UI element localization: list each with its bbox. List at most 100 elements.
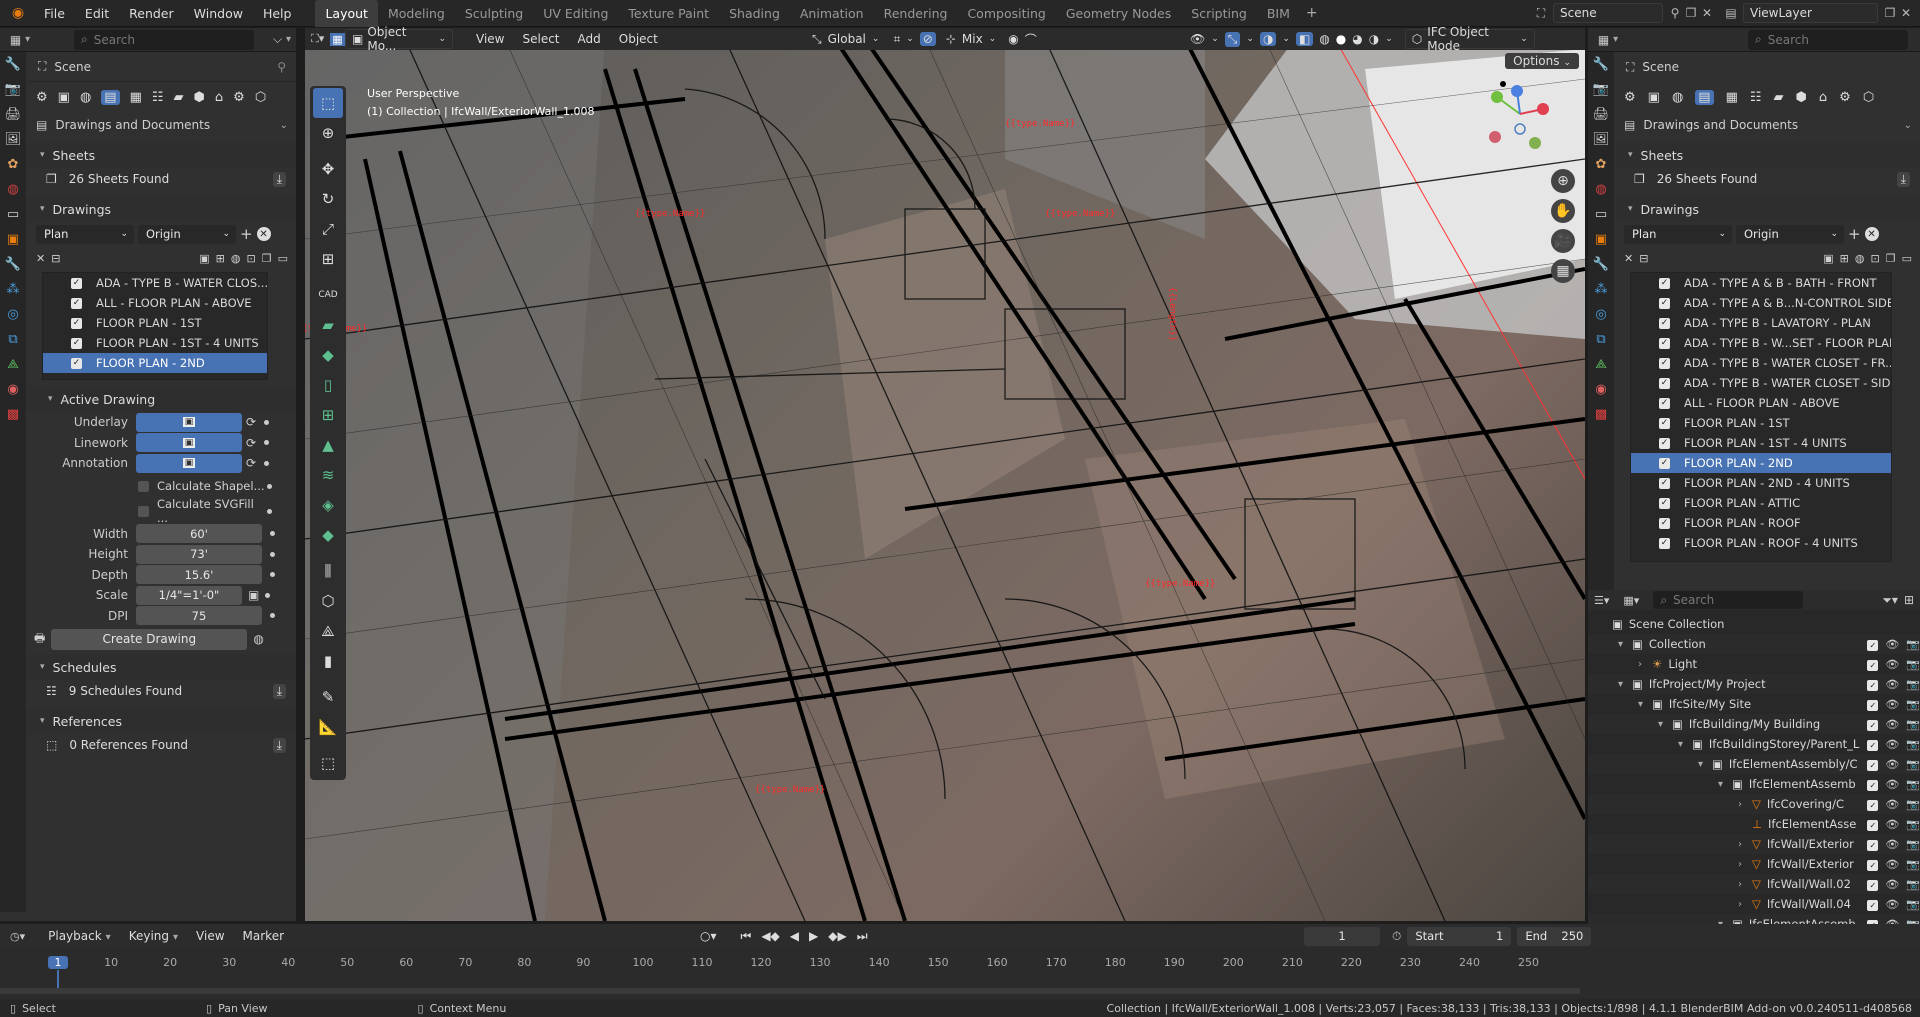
data-tab-icon[interactable]: ⟁ bbox=[7, 357, 19, 372]
scene-tab-icon[interactable]: ✿ bbox=[8, 157, 19, 172]
eye-icon[interactable]: 👁 bbox=[1885, 878, 1899, 891]
outliner-row[interactable]: ▾ ▣ IfcProject/My Project ✓ 👁 📷 bbox=[1588, 674, 1920, 694]
outliner-row[interactable]: ▾ ▣ IfcBuilding/My Building ✓ 👁 📷 bbox=[1588, 714, 1920, 734]
outliner-row[interactable]: ⊥ IfcElementAsse ✓ 👁 📷 bbox=[1588, 814, 1920, 834]
sheet-add-icon[interactable]: ⊡ bbox=[1871, 252, 1880, 265]
play-icon[interactable]: ▶ bbox=[809, 929, 818, 943]
door-tool-icon[interactable]: ▯ bbox=[313, 370, 343, 400]
facility-icon[interactable]: ⌂ bbox=[215, 90, 223, 105]
tool-tab-icon[interactable]: 🔧 bbox=[1593, 57, 1609, 72]
constraints-tab-icon[interactable]: ⧉ bbox=[8, 332, 17, 347]
printer-icon[interactable]: 🖶 bbox=[34, 629, 45, 650]
sequence-icon[interactable]: ⬢ bbox=[1796, 90, 1807, 105]
jump-start-icon[interactable]: ⏮ bbox=[741, 929, 752, 944]
eye-icon[interactable]: 👁 bbox=[1885, 798, 1899, 811]
copy-scene-icon[interactable]: ❐ bbox=[1683, 5, 1699, 21]
web-icon[interactable]: ◍ bbox=[253, 632, 263, 646]
keyframe-dot[interactable] bbox=[267, 508, 272, 514]
eye-icon[interactable]: 👁 bbox=[1885, 818, 1899, 831]
services-icon[interactable]: ▦ bbox=[130, 90, 142, 105]
drawing-list-item[interactable]: ✓ FLOOR PLAN - 1ST - 4 UNITS bbox=[1631, 433, 1891, 453]
checkbox[interactable]: ✓ bbox=[1659, 517, 1670, 529]
checkbox[interactable]: ✓ bbox=[1659, 497, 1670, 509]
3d-viewport[interactable]: ⊕ ✋ 🎥 ▦ Options ⌄ User Perspective (1) Co… bbox=[305, 39, 1585, 921]
blender-logo-icon[interactable]: ◉ bbox=[10, 5, 26, 21]
drawing-list-item[interactable]: ✓ ALL - FLOOR PLAN - ABOVE bbox=[1631, 393, 1891, 413]
exclude-checkbox[interactable]: ✓ bbox=[1867, 779, 1879, 791]
eye-icon[interactable]: 👁 bbox=[1885, 758, 1899, 771]
exclude-checkbox[interactable]: ✓ bbox=[1867, 659, 1879, 671]
editor-type-icon[interactable]: ▦ bbox=[6, 32, 34, 48]
keyframe-dot[interactable] bbox=[264, 419, 270, 425]
auto-keying-icon[interactable]: ○▾ bbox=[700, 929, 717, 943]
download-icon[interactable]: ⤓ bbox=[1896, 171, 1910, 187]
viewport-menu-add[interactable]: Add bbox=[569, 32, 610, 46]
outliner-row[interactable]: ›▽ IfcWall/Exterior ✓ 👁 📷 bbox=[1588, 834, 1920, 854]
tab-bim[interactable]: BIM bbox=[1257, 0, 1300, 27]
menu-render[interactable]: Render bbox=[119, 0, 184, 27]
outliner-row[interactable]: › ▽ IfcWall/Wall.02 ✓ 👁 📷 bbox=[1588, 874, 1920, 894]
open-drawing-icon[interactable]: ▣ bbox=[199, 252, 209, 265]
pivot-icon[interactable]: ⌗ bbox=[893, 32, 900, 47]
camera-icon[interactable]: ▭ bbox=[278, 252, 288, 265]
close-icon[interactable]: ✕ bbox=[1699, 5, 1715, 21]
structural-icon[interactable]: ☷ bbox=[1750, 90, 1762, 105]
world-tab-icon[interactable]: ◍ bbox=[7, 182, 18, 197]
height-field[interactable]: 73' bbox=[136, 544, 262, 564]
drawing-list-item[interactable]: ✓ FLOOR PLAN - 2ND - 4 UNITS bbox=[1631, 473, 1891, 493]
sheet-add-icon[interactable]: ⊡ bbox=[247, 252, 256, 265]
eye-icon[interactable]: 👁 bbox=[1885, 898, 1899, 911]
outliner-row[interactable]: › ☀ Light ✓ 👁 📷 bbox=[1588, 654, 1920, 674]
eye-icon[interactable]: 👁 bbox=[1885, 658, 1899, 671]
drawing-list-item[interactable]: ✓ ADA - TYPE B - LAVATORY - PLAN bbox=[1631, 313, 1891, 333]
camera-render-icon[interactable]: 📷 bbox=[1906, 798, 1920, 811]
visibility-icon[interactable]: 👁 bbox=[1190, 32, 1205, 46]
quality-icon[interactable]: ⚙ bbox=[233, 90, 245, 105]
modifier-tab-icon[interactable]: 🔧 bbox=[1593, 257, 1609, 272]
linework-refresh-icon[interactable]: ⟳ bbox=[246, 436, 256, 450]
checkbox[interactable]: ✓ bbox=[71, 297, 82, 309]
transform-tool-icon[interactable]: ⊞ bbox=[313, 244, 343, 274]
cad-tool-icon[interactable]: CAD bbox=[313, 280, 343, 310]
texture-tab-icon[interactable]: ▩ bbox=[7, 407, 19, 422]
object-information-icon[interactable]: ▣ bbox=[1648, 90, 1660, 105]
tab-geometry-nodes[interactable]: Geometry Nodes bbox=[1056, 0, 1181, 27]
exclude-checkbox[interactable]: ✓ bbox=[1867, 639, 1879, 651]
output-tab-icon[interactable]: 🖨 bbox=[1593, 107, 1610, 122]
keyframe-dot[interactable] bbox=[267, 483, 272, 489]
camera-render-icon[interactable]: 📷 bbox=[1906, 658, 1920, 671]
checkbox[interactable]: ✓ bbox=[71, 337, 82, 349]
checkbox[interactable]: ✓ bbox=[1659, 337, 1670, 349]
annotate-tool-icon[interactable]: ✎ bbox=[313, 682, 343, 712]
collection-tab-icon[interactable]: ▭ bbox=[1595, 207, 1607, 222]
object-tab-icon[interactable]: ▣ bbox=[7, 232, 19, 247]
active-drawing-header[interactable]: ▾ Active Drawing bbox=[28, 386, 296, 412]
tab-uv-editing[interactable]: UV Editing bbox=[533, 0, 618, 27]
menu-help[interactable]: Help bbox=[253, 0, 302, 27]
expand-arrow-icon[interactable]: › bbox=[1738, 899, 1752, 910]
camera-icon[interactable]: ▭ bbox=[1902, 252, 1912, 265]
geometry-icon[interactable]: ◍ bbox=[80, 90, 91, 105]
tool-tab-icon[interactable]: 🔧 bbox=[5, 57, 21, 72]
view-layer-tab-icon[interactable]: 🖼 bbox=[5, 132, 22, 147]
expand-arrow-icon[interactable]: ▾ bbox=[1678, 739, 1692, 750]
outliner-row[interactable]: ▾ ▣ Collection ✓ 👁 📷 bbox=[1588, 634, 1920, 654]
exclude-checkbox[interactable]: ✓ bbox=[1867, 839, 1879, 851]
expand-arrow-icon[interactable]: › bbox=[1738, 799, 1752, 810]
project-overview-icon[interactable]: ⚙ bbox=[36, 90, 48, 105]
end-frame-field[interactable]: End 250 bbox=[1517, 926, 1592, 946]
tab-compositing[interactable]: Compositing bbox=[957, 0, 1055, 27]
camera-render-icon[interactable]: 📷 bbox=[1906, 858, 1920, 871]
transform-orientation[interactable]: Global bbox=[828, 32, 866, 46]
object-tab-icon[interactable]: ▣ bbox=[1595, 232, 1607, 247]
pan-hand-icon[interactable]: ✋ bbox=[1551, 199, 1575, 223]
checkbox[interactable]: ✓ bbox=[1659, 397, 1670, 409]
camera-render-icon[interactable]: 📷 bbox=[1906, 718, 1920, 731]
expand-arrow-icon[interactable]: ▾ bbox=[1698, 759, 1712, 770]
physics-tab-icon[interactable]: ◎ bbox=[1595, 307, 1606, 322]
checkbox[interactable]: ✓ bbox=[71, 277, 82, 289]
new-collection-icon[interactable]: ⊞ bbox=[1904, 593, 1914, 607]
open-drawing-icon[interactable]: ▣ bbox=[1823, 252, 1833, 265]
tab-layout[interactable]: Layout bbox=[315, 0, 378, 27]
close-viewlayer-icon[interactable]: ✕ bbox=[1898, 5, 1914, 21]
